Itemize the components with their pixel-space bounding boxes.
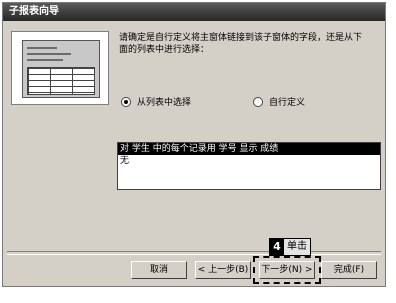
cancel-button[interactable]: 取消 [131,261,187,279]
subreport-wizard-window: 子报表向导 请确定是自行定义将主窗体链接到该子窗体的字段，还是从下 面的列表中进… [2,2,386,287]
subform-preview-image [11,31,109,105]
field-line-2 [27,53,71,55]
list-item[interactable]: 无 [118,155,380,167]
option-define-own[interactable]: 自行定义 [253,95,305,108]
field-line-3 [27,59,63,61]
next-button-highlight [253,256,321,284]
form-illustration [22,40,100,98]
back-button[interactable]: < 上一步(B) [195,261,251,279]
link-fields-listbox[interactable]: 对 学生 中的每个记录用 学号 显示 成绩 无 [117,142,381,190]
window-title: 子报表向导 [3,3,385,21]
option-from-list-label: 从列表中选择 [137,98,192,108]
radio-define-own[interactable] [253,96,263,107]
step-number: 4 [270,239,284,255]
option-from-list[interactable]: 从列表中选择 [121,95,191,108]
finish-button[interactable]: 完成(F) [321,261,377,279]
button-separator [7,251,381,255]
step-callout: 4 单击 [269,238,311,256]
instruction-text: 请确定是自行定义将主窗体链接到该子窗体的字段，还是从下 面的列表中进行选择： [119,33,363,55]
field-line-1 [27,47,57,49]
option-define-own-label: 自行定义 [269,98,306,108]
radio-from-list[interactable] [121,96,131,107]
list-item[interactable]: 对 学生 中的每个记录用 学号 显示 成绩 [118,143,380,155]
step-instruction: 单击 [287,241,307,252]
datasheet-grid-illustration [27,67,95,95]
